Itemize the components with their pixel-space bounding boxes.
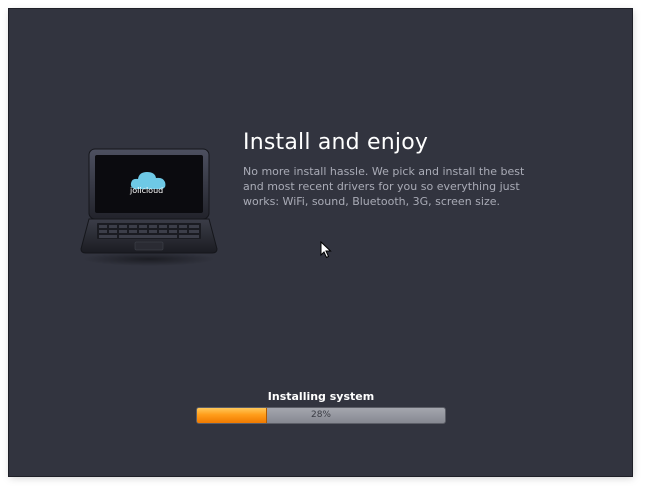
mouse-pointer-icon [320,241,332,259]
installer-screen: jolicloud Install and enjoy No more inst… [8,8,633,477]
progress-label: Installing system [267,390,375,403]
logo-text: jolicloud [130,186,164,195]
progress-percent: 28% [310,410,331,420]
progress-bar: 28% [196,407,446,424]
laptop-illustration [79,147,219,267]
headline: Install and enjoy [243,130,429,155]
description: No more install hassle. We pick and inst… [243,165,525,208]
